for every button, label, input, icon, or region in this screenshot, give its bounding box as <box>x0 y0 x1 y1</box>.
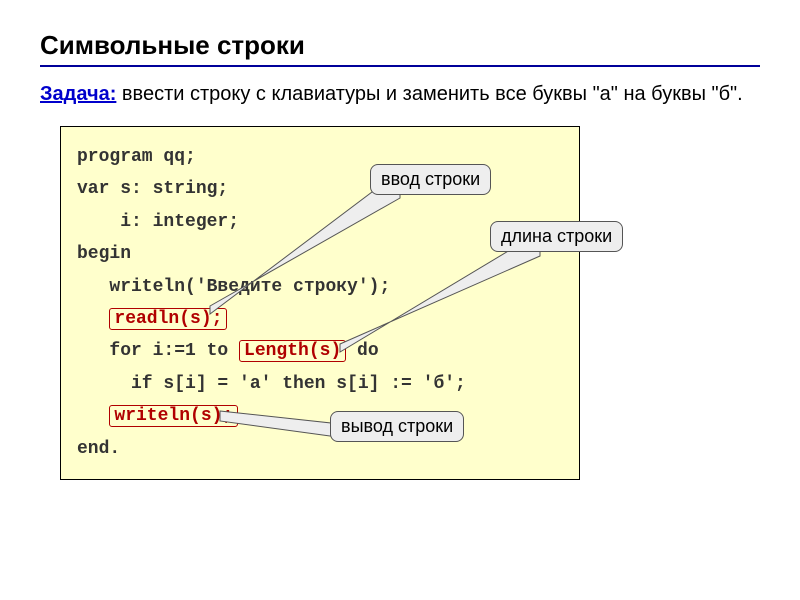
code-line: if s[i] = 'а' then s[i] := 'б'; <box>77 368 563 400</box>
callout-output: вывод строки <box>330 411 464 442</box>
callout-length-pointer <box>340 244 560 354</box>
highlight-writeln: writeln(s); <box>109 405 238 427</box>
callout-input: ввод строки <box>370 164 491 195</box>
highlight-length: Length(s) <box>239 340 346 362</box>
task-description: Задача: ввести строку с клавиатуры и зам… <box>40 81 760 108</box>
page-title: Символьные строки <box>40 30 760 61</box>
title-rule <box>40 65 760 67</box>
task-text: ввести строку с клавиатуры и заменить вс… <box>116 83 742 105</box>
code-block-wrap: program qq; var s: string; i: integer; b… <box>60 126 760 480</box>
task-label: Задача: <box>40 83 116 105</box>
callout-length: длина строки <box>490 221 623 252</box>
